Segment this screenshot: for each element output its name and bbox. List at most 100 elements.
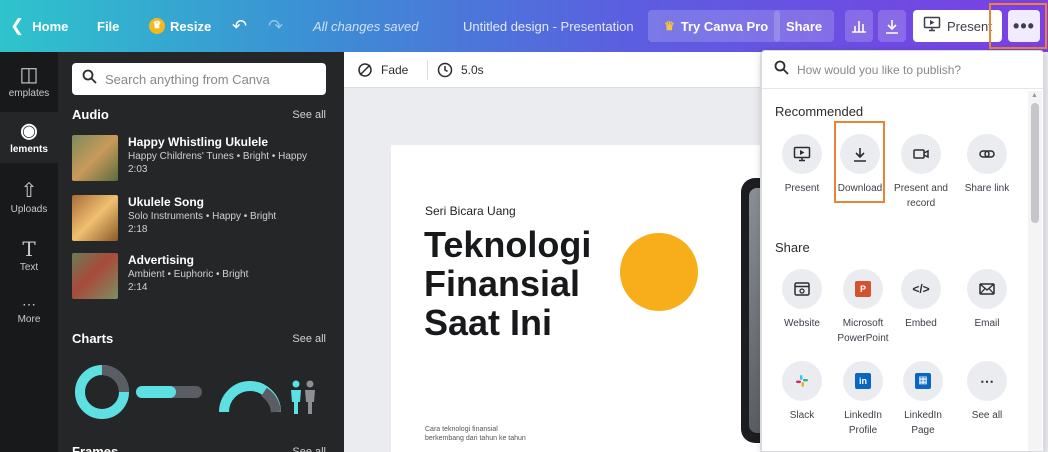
home-button[interactable]: ❮ Home xyxy=(10,0,68,52)
phone-screen xyxy=(749,188,760,433)
audio-heading: Audio xyxy=(72,107,109,122)
scrollbar-thumb[interactable] xyxy=(1031,103,1039,223)
scroll-up-icon: ▲ xyxy=(1031,92,1038,99)
option-label: Share link xyxy=(964,183,1010,194)
rail-item-elements[interactable]: ◉ lements xyxy=(0,112,58,163)
slide-title-line: Finansial xyxy=(424,263,581,304)
linkedin-profile-option[interactable]: in LinkedIn Profile xyxy=(832,361,894,438)
publish-menu: Recommended Present Download Present and… xyxy=(761,50,1044,452)
frames-heading: Frames xyxy=(72,444,119,452)
linkedin-icon: in xyxy=(843,361,883,401)
transition-label: Fade xyxy=(381,63,409,77)
clock-icon xyxy=(437,62,453,78)
slide-footer[interactable]: Cara teknologi finansial berkembang dari… xyxy=(425,425,526,443)
recommended-heading: Recommended xyxy=(775,104,864,119)
context-toolbar: Fade 5.0s xyxy=(344,52,760,88)
document-title[interactable]: Untitled design - Presentation xyxy=(463,0,634,52)
upload-icon: ⇧ xyxy=(20,180,38,202)
website-option[interactable]: Website xyxy=(771,269,833,331)
templates-icon: ◫ xyxy=(19,64,39,86)
transition-icon xyxy=(358,63,372,77)
search-icon xyxy=(774,60,789,79)
publish-scrollbar[interactable]: ▲ xyxy=(1028,91,1042,451)
rail-item-text[interactable]: T Text xyxy=(0,238,58,273)
present-and-record-option[interactable]: Present and record xyxy=(890,134,952,211)
search-icon xyxy=(82,69,97,89)
audio-item[interactable]: Happy Whistling Ukulele Happy Childrens'… xyxy=(72,135,332,185)
email-option[interactable]: Email xyxy=(956,269,1018,331)
panel-search[interactable] xyxy=(72,63,326,95)
present-icon xyxy=(782,134,822,174)
option-label: Slack xyxy=(789,410,815,421)
rail-item-templates[interactable]: ◫ emplates xyxy=(0,64,58,99)
audio-title: Happy Whistling Ukulele xyxy=(128,135,269,149)
audio-duration: 2:03 xyxy=(128,164,148,175)
charts-see-all-link[interactable]: See all xyxy=(292,333,326,345)
embed-option[interactable]: </> Embed xyxy=(890,269,952,331)
canva-editor: ❮ Home File ♛ Resize ↶ ↷ All changes sav… xyxy=(0,0,1048,452)
timing-button[interactable]: 5.0s xyxy=(437,52,484,88)
rail-item-more[interactable]: ⋯ More xyxy=(0,296,58,325)
link-icon xyxy=(967,134,1007,174)
slack-option[interactable]: Slack xyxy=(771,361,833,423)
frames-see-all-link[interactable]: See all xyxy=(292,446,326,452)
undo-button[interactable]: ↶ xyxy=(232,0,247,52)
donut-chart-thumbnail[interactable] xyxy=(75,365,129,419)
present-icon xyxy=(923,16,941,36)
progress-bar-thumbnail[interactable] xyxy=(136,386,202,398)
try-canva-pro-button[interactable]: ♛ Try Canva Pro xyxy=(648,10,781,42)
option-label: See all xyxy=(971,410,1003,421)
panel-search-input[interactable] xyxy=(105,71,305,87)
slide-footer-line: berkembang dari tahun ke tahun xyxy=(425,435,526,442)
option-label: LinkedIn Profile xyxy=(844,410,882,436)
share-link-option[interactable]: Share link xyxy=(956,134,1018,196)
more-icon: ⋯ xyxy=(967,361,1007,401)
download-button[interactable] xyxy=(878,10,906,42)
present-label: Present xyxy=(947,18,992,34)
transition-button[interactable]: Fade xyxy=(357,52,408,88)
file-menu-button[interactable]: File xyxy=(97,0,119,52)
phone-image[interactable] xyxy=(741,178,760,443)
audio-meta: Ambient • Euphoric • Bright xyxy=(128,269,249,280)
linkedin-page-icon: ▦ xyxy=(903,361,943,401)
people-chart-thumbnail[interactable] xyxy=(291,380,315,415)
embed-icon: </> xyxy=(901,269,941,309)
resize-button[interactable]: ♛ Resize xyxy=(149,0,211,52)
elements-icon: ◉ xyxy=(20,120,38,142)
charts-row xyxy=(72,362,332,422)
option-label: Embed xyxy=(905,318,937,329)
home-label: Home xyxy=(32,18,69,34)
slide-canvas[interactable]: Seri Bicara Uang Teknologi Finansial Saa… xyxy=(391,145,760,452)
slide-subtitle[interactable]: Seri Bicara Uang xyxy=(425,204,516,218)
audio-see-all-link[interactable]: See all xyxy=(292,109,326,121)
text-icon: T xyxy=(22,237,36,261)
website-icon xyxy=(782,269,822,309)
rail-label-more: More xyxy=(17,314,41,325)
present-option[interactable]: Present xyxy=(771,134,833,196)
try-pro-label: Try Canva Pro xyxy=(680,18,769,34)
audio-item[interactable]: Advertising Ambient • Euphoric • Bright … xyxy=(72,253,332,303)
powerpoint-option[interactable]: P Microsoft PowerPoint xyxy=(832,269,894,346)
slide-title[interactable]: Teknologi Finansial Saat Ini xyxy=(424,225,591,342)
slack-icon xyxy=(782,361,822,401)
record-icon xyxy=(901,134,941,174)
redo-button[interactable]: ↷ xyxy=(268,0,283,52)
slide-circle-shape[interactable] xyxy=(620,233,698,311)
crown-icon: ♛ xyxy=(664,19,675,33)
audio-thumbnail xyxy=(72,135,118,181)
gauge-chart-thumbnail[interactable] xyxy=(219,381,281,413)
audio-meta: Happy Childrens' Tunes • Bright • Happy xyxy=(128,151,307,162)
email-icon xyxy=(967,269,1007,309)
insights-button[interactable] xyxy=(845,10,873,42)
linkedin-page-option[interactable]: ▦ LinkedIn Page xyxy=(892,361,954,438)
publish-search[interactable] xyxy=(762,51,1043,89)
publish-search-input[interactable] xyxy=(797,62,1017,77)
charts-heading: Charts xyxy=(72,331,114,346)
rail-item-uploads[interactable]: ⇧ Uploads xyxy=(0,180,58,215)
audio-item[interactable]: Ukulele Song Solo Instruments • Happy • … xyxy=(72,195,332,245)
share-button[interactable]: Share xyxy=(774,10,835,42)
rail-label-elements: lements xyxy=(10,144,48,155)
duration-label: 5.0s xyxy=(461,63,484,77)
crown-icon: ♛ xyxy=(149,18,165,34)
see-all-option[interactable]: ⋯ See all xyxy=(956,361,1018,423)
